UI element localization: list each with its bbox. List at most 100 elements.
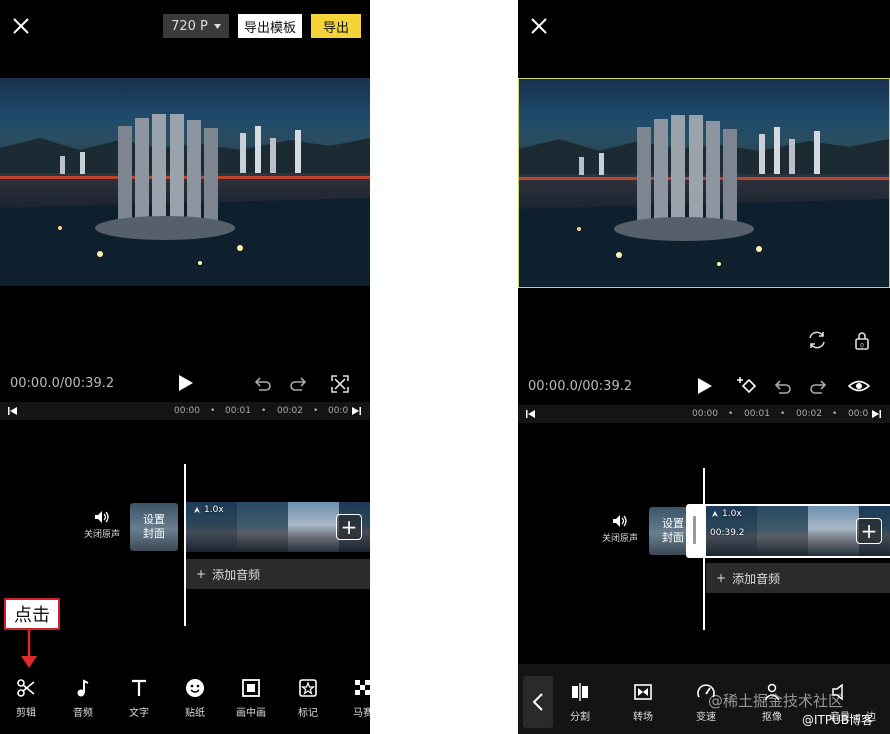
ruler-tick-3: 00:0 [328,406,349,416]
lock-icon[interactable]: 0 [851,329,873,351]
tool-split[interactable]: 分割 [560,682,600,723]
tool-audio-label: 音频 [73,708,93,719]
tool-audio[interactable]: 音频 [63,678,103,719]
skip-to-end-icon[interactable] [352,407,361,415]
ruler-tick-3: 00:0 [848,409,869,419]
mute-original-label: 关闭原声 [601,534,638,544]
plus-icon: + [196,567,207,581]
redo-icon[interactable] [287,373,309,395]
ruler-tick-1: 00:01 [744,409,770,419]
tool-pip[interactable]: 画中画 [231,678,271,719]
video-preview-selected[interactable] [518,78,890,288]
tool-mark[interactable]: 标记 [288,678,328,719]
playback-time: 00:00.0/00:39.2 [528,379,633,394]
city-night-image [519,115,889,287]
cover-label-line1: 设置 [143,513,165,526]
ruler-tick-1: 00:01 [225,406,251,416]
fullscreen-icon[interactable] [329,373,351,395]
redo-icon[interactable] [807,376,829,398]
tool-pip-label: 画中画 [236,708,266,719]
add-audio-label: 添加音频 [732,571,781,586]
down-arrow-icon [21,630,37,668]
tool-mosaic[interactable]: 马赛 [343,678,370,719]
tool-split-label: 分割 [570,712,590,723]
city-night-image [0,114,370,286]
mosaic-icon [355,680,370,695]
ruler-tick-0: 00:00 [692,409,718,419]
cover-label-line2: 封面 [662,531,684,544]
mute-original-label: 关闭原声 [83,530,120,540]
play-icon[interactable] [693,375,715,397]
ruler-tick-0: 00:00 [174,406,200,416]
add-audio-label: 添加音频 [212,567,261,582]
tool-speed-label: 变速 [696,712,716,723]
timeline-ruler: 00:00 • 00:01 • 00:02 • 00:0 [518,405,890,423]
left-editor-screen: 720 P 导出模板 导出 00:00.0/00:39.2 00:00 • 00… [0,0,370,734]
partial-tool-icon [868,682,888,702]
caret-down-icon [213,23,221,29]
playback-time: 00:00.0/00:39.2 [10,376,115,391]
playhead[interactable] [184,464,186,626]
speaker-icon [613,515,627,527]
resolution-label: 720 P [171,18,208,34]
undo-icon[interactable] [252,373,274,395]
timeline-ruler: 00:00 • 00:01 • 00:02 • 00:0 [0,402,370,420]
watermark-site: @稀土掘金技术社区 [708,692,844,710]
tool-mosaic-label: 马赛 [353,708,370,719]
click-callout: 点击 [4,598,60,630]
speed-value: 1.0x [204,505,224,515]
skip-to-end-icon[interactable] [872,410,881,418]
watermark-blog: @ITPUB博客 [802,713,874,727]
ruler-tick-2: 00:02 [277,406,303,416]
trim-handle[interactable] [693,516,696,544]
plus-icon: + [716,571,727,585]
rocket-icon [712,511,718,517]
mute-original-audio[interactable]: 关闭原声 [80,510,124,540]
star-bookmark-icon [299,679,317,697]
playhead[interactable] [703,468,705,630]
export-template-button[interactable]: 导出模板 [238,14,302,38]
split-icon [572,683,588,701]
tool-edit[interactable]: 剪辑 [6,678,46,719]
skip-to-start-icon[interactable] [526,410,535,418]
tool-cutout-label: 抠像 [762,712,782,723]
set-cover-button[interactable]: 设置 封面 [130,503,178,551]
right-editor-screen: 0 00:00.0/00:39.2 00:00 • 00:01 • 00:02 … [518,0,890,734]
transition-icon [634,684,652,700]
rotate-icon[interactable] [806,329,828,351]
keyframe-add-icon[interactable] [736,375,758,397]
tool-text[interactable]: 文字 [119,678,159,719]
speed-badge: 1.0x [710,509,742,519]
cover-label-line2: 封面 [143,527,165,540]
rocket-icon [194,507,200,513]
eye-icon[interactable] [848,375,870,397]
tool-transition[interactable]: 转场 [623,682,663,723]
add-audio-button[interactable]: + 添加音频 [706,563,890,593]
picture-in-picture-icon [242,679,260,697]
undo-icon[interactable] [772,376,794,398]
close-icon[interactable] [12,17,30,35]
export-button[interactable]: 导出 [311,14,361,38]
add-clip-button[interactable]: + [856,518,882,544]
add-audio-button[interactable]: + 添加音频 [186,559,370,589]
add-clip-button[interactable]: + [336,514,362,540]
speed-badge: 1.0x [192,505,224,515]
tool-sticker[interactable]: 贴纸 [175,678,215,719]
text-icon [132,679,146,696]
tool-text-label: 文字 [129,708,149,719]
speaker-icon [95,511,109,523]
music-note-icon [77,679,89,697]
close-icon[interactable] [530,17,548,35]
skip-to-start-icon[interactable] [8,407,17,415]
tool-transition-label: 转场 [633,712,653,723]
video-preview[interactable] [0,78,370,286]
play-icon[interactable] [174,372,196,394]
chevron-left-icon [532,693,543,711]
back-button[interactable] [523,676,553,728]
tool-edit-label: 剪辑 [16,708,36,719]
clip-duration: 00:39.2 [710,528,745,538]
svg-text:0: 0 [860,343,864,350]
mute-original-audio[interactable]: 关闭原声 [598,514,642,544]
resolution-dropdown[interactable]: 720 P [163,14,229,38]
speed-value: 1.0x [722,509,742,519]
